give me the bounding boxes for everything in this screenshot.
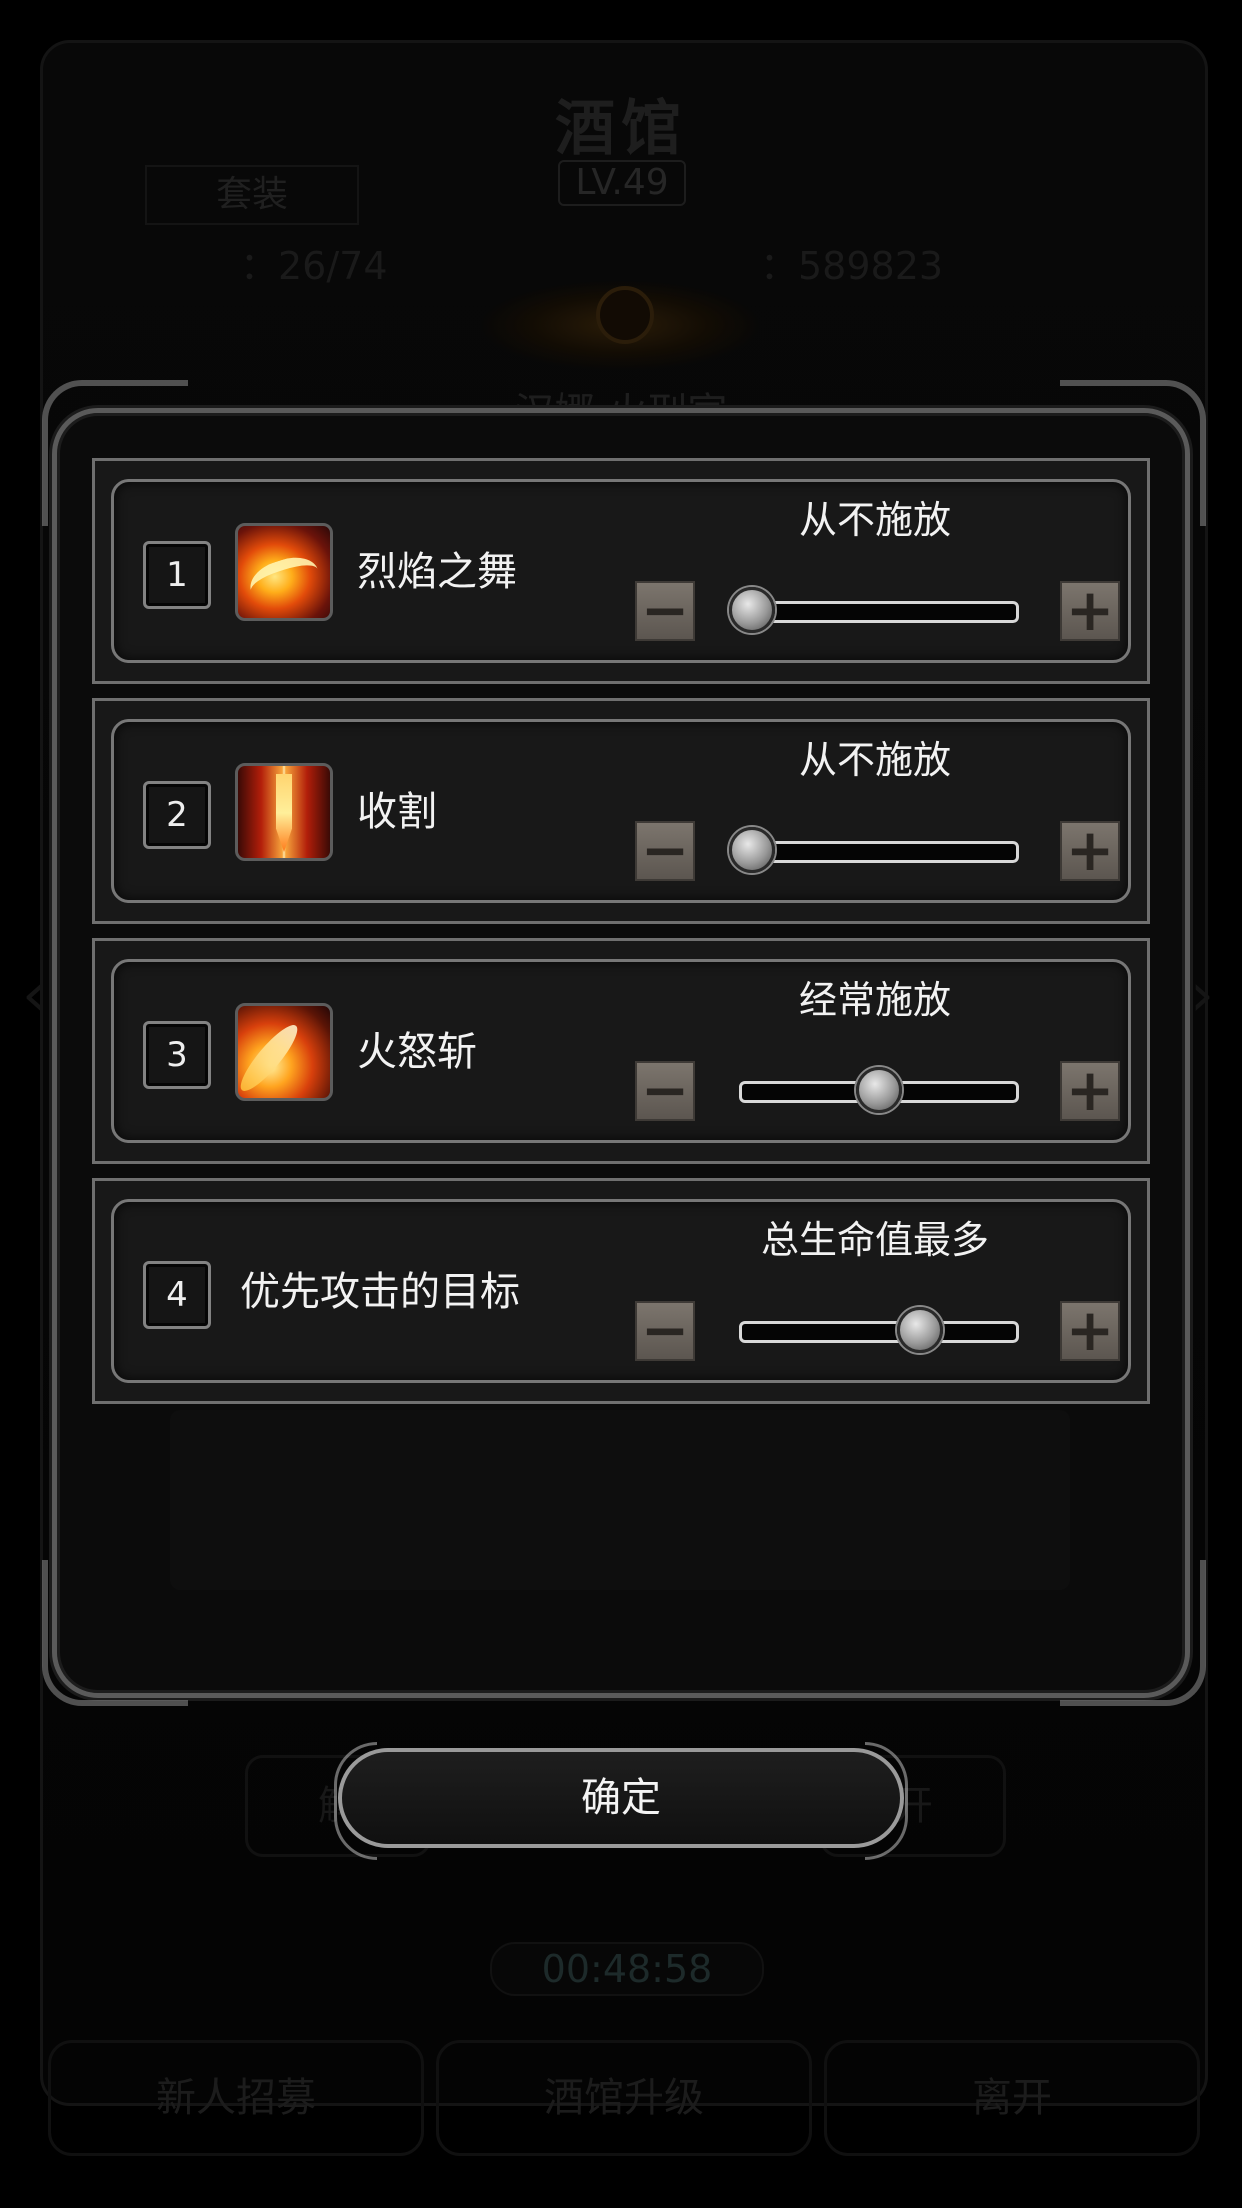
recruit-button: 新人招募 <box>48 2040 424 2156</box>
cast-frequency-label: 经常施放 <box>798 978 951 1022</box>
frequency-slider-track[interactable] <box>739 601 1019 623</box>
left-arrow-icon: ‹ <box>22 960 46 1030</box>
skill-index: 1 <box>143 541 211 609</box>
target-priority-value: 总生命值最多 <box>760 1218 989 1262</box>
skill-name: 收割 <box>357 789 437 835</box>
emblem-icon <box>596 286 654 344</box>
skill-index: 3 <box>143 1021 211 1089</box>
skill-row-3: 3 火怒斩 经常施放 − + <box>92 938 1150 1164</box>
skill-list: 1 烈焰之舞 从不施放 − + 2 收割 从不施放 − + 3 火怒斩 经常施放… <box>92 458 1150 1418</box>
countdown-timer: 00:48:58 <box>490 1942 764 1996</box>
skill-name: 火怒斩 <box>357 1029 477 1075</box>
increase-button[interactable]: + <box>1060 581 1120 641</box>
ornament-bottom-left <box>42 1560 188 1706</box>
target-priority-row: 4 优先攻击的目标 总生命值最多 − + <box>92 1178 1150 1404</box>
reap-icon <box>235 763 333 861</box>
skill-index: 2 <box>143 781 211 849</box>
leave-button: 离开 <box>824 2040 1200 2156</box>
increase-button[interactable]: + <box>1060 1301 1120 1361</box>
confirm-button[interactable]: 确定 <box>334 1742 908 1860</box>
decrease-button[interactable]: − <box>635 821 695 881</box>
dialog-backdrop <box>170 1410 1070 1590</box>
stat-left: ：26/74 <box>240 244 388 288</box>
fire-fury-slash-icon <box>235 1003 333 1101</box>
ornament-bottom-right <box>1060 1560 1206 1706</box>
increase-button[interactable]: + <box>1060 1061 1120 1121</box>
tavern-title: 酒馆 <box>555 94 687 164</box>
skill-row-2: 2 收割 从不施放 − + <box>92 698 1150 924</box>
level-badge: LV.49 <box>558 160 686 206</box>
frequency-slider-track[interactable] <box>739 841 1019 863</box>
decrease-button[interactable]: − <box>635 1301 695 1361</box>
set-tab: 套装 <box>145 165 359 225</box>
target-priority-label: 优先攻击的目标 <box>240 1269 520 1315</box>
decrease-button[interactable]: − <box>635 581 695 641</box>
cast-frequency-label: 从不施放 <box>798 498 951 542</box>
decrease-button[interactable]: − <box>635 1061 695 1121</box>
target-slider-track[interactable] <box>739 1321 1019 1343</box>
tavern-upgrade-button: 酒馆升级 <box>436 2040 812 2156</box>
cast-frequency-label: 从不施放 <box>798 738 951 782</box>
frequency-slider-knob[interactable] <box>856 1067 902 1113</box>
row-index: 4 <box>143 1261 211 1329</box>
frequency-slider-knob[interactable] <box>729 587 775 633</box>
target-slider-knob[interactable] <box>896 1307 943 1353</box>
skill-row-1: 1 烈焰之舞 从不施放 − + <box>92 458 1150 684</box>
skill-name: 烈焰之舞 <box>357 549 517 595</box>
frequency-slider-knob[interactable] <box>729 827 775 873</box>
increase-button[interactable]: + <box>1060 821 1120 881</box>
stat-right: ：589823 <box>760 244 944 288</box>
right-arrow-icon: › <box>1190 960 1214 1030</box>
flame-dance-icon <box>235 523 333 621</box>
